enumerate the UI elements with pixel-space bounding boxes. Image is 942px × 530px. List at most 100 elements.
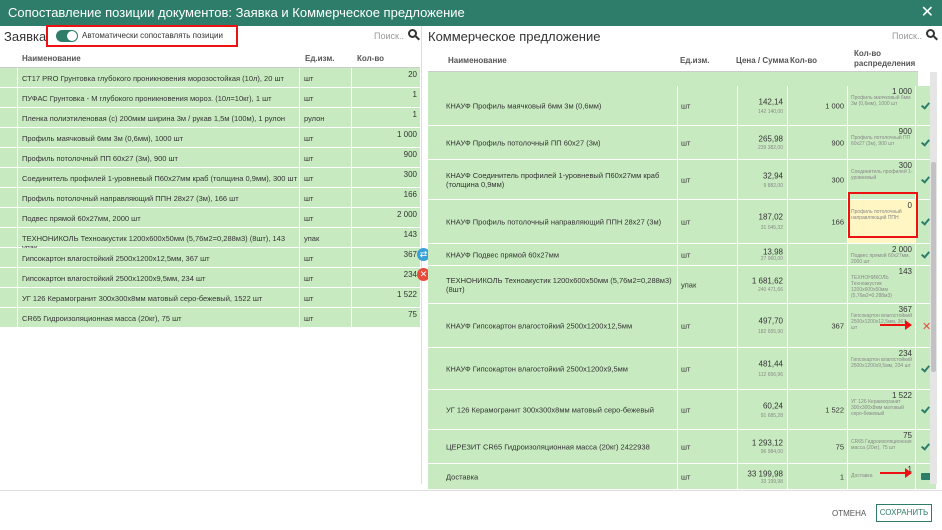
offer-qty: 166 bbox=[831, 217, 844, 226]
offer-row[interactable]: КНАУФ Гипсокартон влагостойкий 2500х1200… bbox=[428, 304, 936, 348]
request-search-input[interactable]: Поиск.. bbox=[374, 31, 404, 41]
save-button[interactable]: СОХРАНИТЬ bbox=[876, 504, 932, 522]
offer-search-input[interactable]: Поиск.. bbox=[892, 31, 922, 41]
row-qty: 166 bbox=[403, 190, 417, 199]
row-qty: 1 bbox=[412, 90, 417, 99]
offer-qty: 900 bbox=[831, 138, 844, 147]
highlight-box-distribution bbox=[848, 192, 918, 238]
offer-qty: 1 bbox=[839, 472, 844, 481]
offer-unit: шт bbox=[681, 217, 691, 226]
highlight-box-toggle bbox=[46, 25, 238, 47]
offer-row[interactable]: КНАУФ Гипсокартон влагостойкий 2500х1200… bbox=[428, 348, 936, 390]
offer-sum: 27 960,00 bbox=[760, 256, 783, 263]
offer-name: КНАУФ Гипсокартон влагостойкий 2500х1200… bbox=[446, 321, 633, 330]
offer-sum: 239 382,00 bbox=[757, 145, 783, 152]
check-icon bbox=[921, 215, 930, 226]
dialog-footer: ОТМЕНА СОХРАНИТЬ bbox=[0, 490, 942, 530]
table-row[interactable]: Пленка полиэтиленовая (с) 200мкм ширина … bbox=[0, 108, 420, 128]
row-name: Соединитель профилей 1-уровневый П60х27м… bbox=[22, 174, 298, 183]
close-icon[interactable]: ✕ bbox=[921, 0, 934, 26]
offer-unit: шт bbox=[681, 364, 691, 373]
cancel-button[interactable]: ОТМЕНА bbox=[832, 509, 866, 518]
table-row[interactable]: ПУФАС Грунтовка - М глубокого проникнове… bbox=[0, 88, 420, 108]
table-row[interactable]: Гипсокартон влагостойкий 2500х1200х12,5м… bbox=[0, 248, 420, 268]
offer-row[interactable]: УГ 126 Керамогранит 300х300х8мм матовый … bbox=[428, 390, 936, 430]
offer-row[interactable]: Доставкашт33 199,9833 199,9811Доставка bbox=[428, 464, 936, 490]
col-qty: Кол-во bbox=[790, 56, 818, 65]
offer-scrollbar[interactable] bbox=[930, 72, 937, 484]
search-icon[interactable] bbox=[926, 29, 938, 41]
dialog-title: Сопоставление позиции документов: Заявка… bbox=[8, 5, 465, 20]
col-name: Наименование bbox=[22, 54, 81, 63]
row-qty: 1 bbox=[412, 110, 417, 119]
row-name: Пленка полиэтиленовая (с) 200мкм ширина … bbox=[22, 114, 286, 123]
table-row[interactable]: ТЕХНОНИКОЛЬ Техноакустик 1200х600х50мм (… bbox=[0, 228, 420, 252]
row-name: Гипсокартон влагостойкий 2500х1200х12,5м… bbox=[22, 254, 210, 263]
table-row[interactable]: Подвес прямой 60х27мм, 2000 шт шт 2 000 bbox=[0, 208, 420, 228]
offer-price: 187,02 bbox=[758, 212, 783, 222]
offer-dist-note: Соединитель профилей 1-уровневый bbox=[851, 169, 913, 181]
check-icon bbox=[921, 362, 930, 373]
row-name: Подвес прямой 60х27мм, 2000 шт bbox=[22, 214, 141, 223]
offer-name: КНАУФ Гипсокартон влагостойкий 2500х1200… bbox=[446, 364, 628, 373]
search-icon[interactable] bbox=[408, 29, 420, 41]
offer-dist-note: УГ 126 Керамогранит 300х300х8мм матовый … bbox=[851, 399, 904, 417]
check-icon bbox=[921, 248, 930, 259]
offer-name: КНАУФ Профиль потолочный направляющий ПП… bbox=[446, 217, 662, 226]
offer-row[interactable]: ЦЕРЕЗИТ CR65 Гидроизоляционная масса (20… bbox=[428, 430, 936, 464]
row-name: Профиль потолочный ПП 60х27 (3м), 900 шт bbox=[22, 154, 178, 163]
offer-name: КНАУФ Подвес прямой 60х27мм bbox=[446, 250, 559, 259]
check-icon bbox=[921, 136, 930, 147]
table-row[interactable]: Профиль потолочный ПП 60х27 (3м), 900 шт… bbox=[0, 148, 420, 168]
offer-price: 1 293,12 bbox=[751, 438, 783, 448]
table-row[interactable]: CR65 Гидроизоляционная масса (20кг), 75 … bbox=[0, 308, 420, 328]
offer-row[interactable]: КНАУФ Профиль потолочный ПП 60х27 (3м) шт… bbox=[428, 126, 936, 160]
offer-price: 142,14 bbox=[758, 97, 783, 107]
offer-price: 60,24 bbox=[762, 401, 783, 411]
col-qty: Кол-во bbox=[357, 54, 385, 63]
offer-sum: 33 199,98 bbox=[760, 478, 783, 485]
col-dist: Кол-во распределения bbox=[854, 49, 916, 68]
offer-row[interactable]: КНАУФ Подвес прямой 60х27мм шт 13,98 27 960… bbox=[428, 244, 936, 266]
scroll-thumb[interactable] bbox=[931, 162, 936, 372]
offer-title: Коммерческое предложение bbox=[428, 29, 601, 44]
row-qty: 143 bbox=[403, 230, 417, 239]
offer-dist-note: Гипсокартон влагостойкий 2500х1200х9,5мм… bbox=[851, 357, 912, 369]
col-price: Цена / Сумма bbox=[736, 56, 789, 65]
row-unit: шт bbox=[304, 134, 314, 143]
offer-price: 1 681,62 bbox=[751, 276, 783, 286]
offer-qty: 75 bbox=[835, 442, 844, 451]
row-unit: шт bbox=[304, 174, 314, 183]
offer-sum: 31 045,32 bbox=[760, 224, 783, 231]
offer-qty: 367 bbox=[831, 321, 844, 330]
offer-qty: 1 522 bbox=[825, 405, 844, 414]
offer-row[interactable]: КНАУФ Профиль потолочный направляющий ПП… bbox=[428, 200, 936, 244]
table-row[interactable]: Соединитель профилей 1-уровневый П60х27м… bbox=[0, 168, 420, 188]
offer-row[interactable]: ТЕХНОНИКОЛЬ Техноакустик 1200х600х50мм (… bbox=[428, 266, 936, 304]
table-row[interactable]: Гипсокартон влагостойкий 2500х1200х9,5мм… bbox=[0, 268, 420, 288]
col-unit: Ед.изм. bbox=[680, 56, 710, 65]
offer-name: КНАУФ Профиль маячковый 6мм 3м (0,6мм) bbox=[446, 101, 602, 110]
row-name: ПУФАС Грунтовка - М глубокого проникнове… bbox=[22, 94, 272, 103]
offer-unit: шт bbox=[681, 101, 691, 110]
offer-price: 481,44 bbox=[758, 359, 783, 369]
offer-qty: 300 bbox=[831, 175, 844, 184]
row-unit: шт bbox=[304, 294, 314, 303]
offer-sum: 91 685,28 bbox=[760, 412, 783, 419]
offer-name: ТЕХНОНИКОЛЬ Техноакустик 1200х600х50мм (… bbox=[446, 275, 672, 294]
row-name: УГ 126 Керамогранит 300х300х8мм матовый … bbox=[22, 294, 263, 303]
table-row[interactable]: УГ 126 Керамогранит 300х300х8мм матовый … bbox=[0, 288, 420, 308]
row-qty: 234 bbox=[403, 270, 417, 279]
check-icon bbox=[921, 173, 930, 184]
offer-price: 497,70 bbox=[758, 316, 783, 326]
offer-row[interactable]: КНАУФ Соединитель профилей 1-уровневый П… bbox=[428, 160, 936, 200]
table-row[interactable]: Профиль потолочный направляющий ППН 28х2… bbox=[0, 188, 420, 208]
offer-row[interactable]: КНАУФ Профиль маячковый 6мм 3м (0,6мм) шт… bbox=[428, 86, 936, 126]
table-row[interactable]: СТ17 PRO Грунтовка глубокого проникновен… bbox=[0, 68, 420, 88]
offer-sum: 96 984,00 bbox=[760, 449, 783, 456]
offer-sum: 112 656,96 bbox=[758, 371, 783, 378]
row-qty: 2 000 bbox=[396, 210, 417, 219]
table-row[interactable]: Профиль маячковый 6мм 3м (0,6мм), 1000 ш… bbox=[0, 128, 420, 148]
row-name: CR65 Гидроизоляционная масса (20кг), 75 … bbox=[22, 314, 182, 323]
offer-unit: шт bbox=[681, 321, 691, 330]
